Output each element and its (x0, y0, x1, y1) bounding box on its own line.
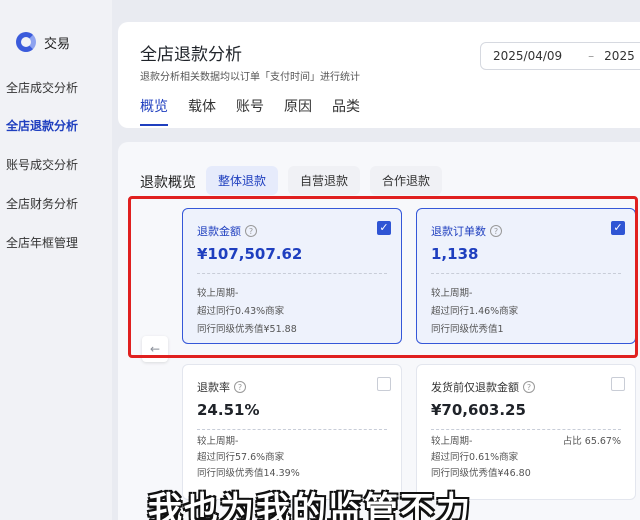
video-caption: 我也为我的监管不力 (148, 490, 472, 520)
metric-compare: 较上周期- (431, 436, 473, 447)
metric-label: 发货前仅退款金额 (431, 381, 519, 394)
metric-label-wrap: 退款金额 ? (197, 223, 257, 239)
arrow-left-icon: ← (149, 342, 161, 356)
metric-divider (197, 429, 387, 430)
metric-best: 同行同级优秀值¥46.80 (431, 468, 531, 479)
metric-checkbox[interactable] (611, 377, 625, 391)
metric-divider (197, 273, 387, 274)
header-card: 全店退款分析 退款分析相关数据均以订单「支付时间」进行统计 2025/04/09… (118, 22, 640, 128)
sidebar: 交易 全店成交分析 全店退款分析 账号成交分析 全店财务分析 全店年框管理 (0, 0, 112, 520)
metric-best: 同行同级优秀值14.39% (197, 468, 300, 479)
metric-checkbox[interactable]: ✓ (611, 221, 625, 235)
metric-best: 同行同级优秀值1 (431, 324, 504, 335)
check-icon: ✓ (379, 221, 389, 234)
metric-divider (431, 273, 621, 274)
metric-label: 退款率 (197, 381, 230, 394)
tab-category[interactable]: 品类 (332, 96, 360, 126)
sub-tabs: 整体退款 自营退款 合作退款 (206, 166, 452, 195)
metric-peer: 超过同行57.6%商家 (197, 452, 285, 463)
date-end: 2025 (604, 49, 635, 63)
info-icon[interactable]: ? (490, 225, 502, 237)
metric-peer: 超过同行1.46%商家 (431, 306, 519, 317)
metric-label-wrap: 退款订单数 ? (431, 223, 502, 239)
tab-carrier[interactable]: 载体 (188, 96, 216, 126)
metric-share: 占比 65.67% (562, 436, 621, 447)
metric-divider (431, 429, 621, 430)
metric-compare: 较上周期- (197, 288, 239, 299)
metric-label: 退款订单数 (431, 225, 486, 238)
metric-card-pre-ship-refund[interactable]: 发货前仅退款金额 ? ¥70,603.25 较上周期- 占比 65.67% 超过… (416, 364, 636, 500)
tab-account[interactable]: 账号 (236, 96, 264, 126)
metric-label-wrap: 退款率 ? (197, 379, 246, 395)
info-icon[interactable]: ? (245, 225, 257, 237)
sidebar-item-account-deals[interactable]: 账号成交分析 (0, 149, 112, 179)
section-title: 退款概览 (140, 175, 196, 191)
brand-logo-icon (16, 32, 36, 52)
tab-overview[interactable]: 概览 (140, 96, 168, 126)
subtab-overall-refund[interactable]: 整体退款 (206, 166, 279, 195)
metric-label: 退款金额 (197, 225, 241, 238)
tab-reason[interactable]: 原因 (284, 96, 312, 126)
metric-peer: 超过同行0.43%商家 (197, 306, 285, 317)
brand[interactable]: 交易 (16, 32, 70, 52)
date-start: 2025/04/09 (493, 49, 563, 63)
subtab-self-refund[interactable]: 自营退款 (288, 166, 361, 195)
date-separator: – (588, 49, 595, 63)
sidebar-item-store-finance[interactable]: 全店财务分析 (0, 188, 112, 218)
metric-best: 同行同级优秀值¥51.88 (197, 324, 297, 335)
metric-value: ¥70,603.25 (431, 401, 526, 419)
sidebar-item-store-refunds[interactable]: 全店退款分析 (0, 110, 112, 140)
main-tabs: 概览 载体 账号 原因 品类 (140, 96, 380, 126)
date-range-picker[interactable]: 2025/04/09 – 2025 (480, 42, 640, 70)
scroll-left-button[interactable]: ← (142, 336, 168, 362)
metric-card-refund-rate[interactable]: 退款率 ? 24.51% 较上周期- 超过同行57.6%商家 同行同级优秀值14… (182, 364, 402, 500)
metric-peer: 超过同行0.61%商家 (431, 452, 519, 463)
page-title: 全店退款分析 (140, 45, 242, 65)
sidebar-item-annual-frame[interactable]: 全店年框管理 (0, 227, 112, 257)
metric-compare: 较上周期- (431, 288, 473, 299)
info-icon[interactable]: ? (234, 381, 246, 393)
metric-label-wrap: 发货前仅退款金额 ? (431, 379, 535, 395)
metric-value: ¥107,507.62 (197, 245, 303, 263)
metric-compare: 较上周期- (197, 436, 239, 447)
metric-checkbox[interactable] (377, 377, 391, 391)
check-icon: ✓ (613, 221, 623, 234)
metric-card-refund-amount[interactable]: 退款金额 ? ¥107,507.62 ✓ 较上周期- 超过同行0.43%商家 同… (182, 208, 402, 344)
info-icon[interactable]: ? (523, 381, 535, 393)
metric-checkbox[interactable]: ✓ (377, 221, 391, 235)
metric-value: 24.51% (197, 401, 260, 419)
page-subtitle: 退款分析相关数据均以订单「支付时间」进行统计 (140, 72, 360, 83)
subtab-partner-refund[interactable]: 合作退款 (370, 166, 443, 195)
metric-card-refund-orders[interactable]: 退款订单数 ? 1,138 ✓ 较上周期- 超过同行1.46%商家 同行同级优秀… (416, 208, 636, 344)
metric-value: 1,138 (431, 245, 479, 263)
brand-label: 交易 (44, 36, 71, 52)
sidebar-item-store-deals[interactable]: 全店成交分析 (0, 72, 112, 102)
